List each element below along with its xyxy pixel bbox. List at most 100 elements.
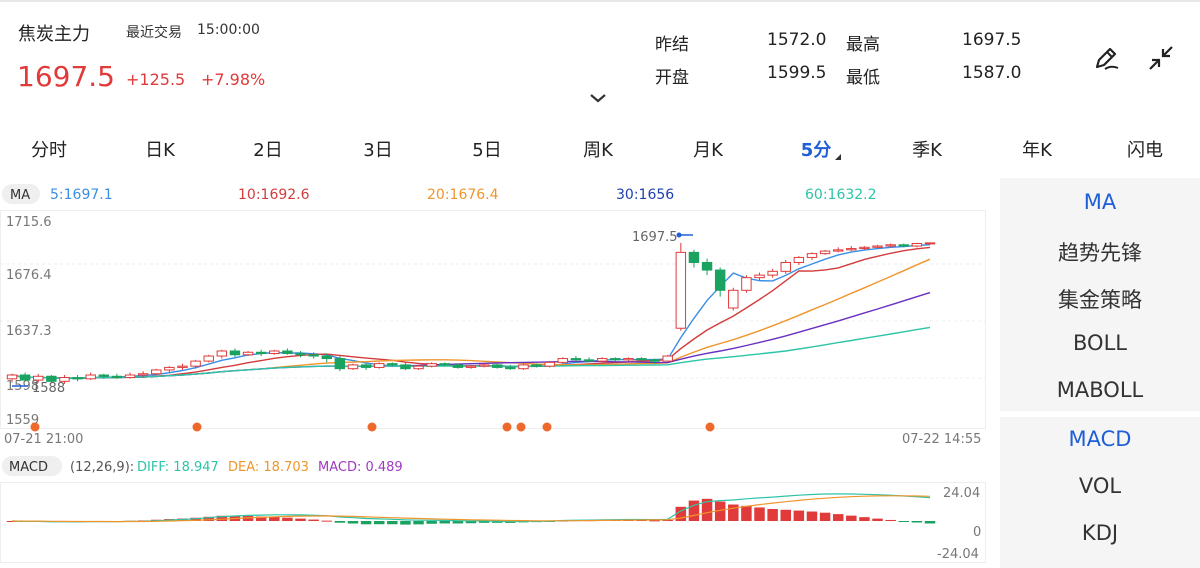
- candle[interactable]: [898, 244, 909, 247]
- candle[interactable]: [164, 366, 175, 371]
- candle[interactable]: [557, 358, 569, 363]
- signal-dot[interactable]: [542, 422, 552, 432]
- candle[interactable]: [255, 351, 267, 355]
- collapse-icon[interactable]: [1143, 40, 1179, 76]
- candle[interactable]: [570, 358, 582, 361]
- signal-dot[interactable]: [516, 422, 526, 432]
- candle[interactable]: [33, 375, 44, 381]
- candle[interactable]: [780, 261, 791, 272]
- candle[interactable]: [137, 373, 149, 376]
- candle[interactable]: [583, 359, 595, 362]
- candle[interactable]: [308, 354, 319, 357]
- tab-3day[interactable]: 3日: [333, 136, 423, 162]
- candle[interactable]: [72, 377, 83, 380]
- candle[interactable]: [885, 244, 896, 247]
- candle[interactable]: [229, 350, 241, 356]
- kline-chart[interactable]: MA 5:1697.1 10:1692.6 20:1676.4 30:1656 …: [0, 178, 1000, 568]
- candle[interactable]: [518, 364, 529, 370]
- candle[interactable]: [295, 353, 306, 356]
- candle[interactable]: [269, 350, 280, 355]
- indicator-macd[interactable]: MACD: [1000, 427, 1200, 451]
- candle[interactable]: [216, 350, 228, 357]
- candle[interactable]: [347, 364, 359, 370]
- signal-dot[interactable]: [502, 422, 512, 432]
- candle[interactable]: [754, 274, 765, 279]
- candle[interactable]: [531, 364, 542, 367]
- candle[interactable]: [360, 364, 372, 368]
- chevron-down-icon[interactable]: [580, 88, 616, 108]
- candle[interactable]: [819, 250, 831, 255]
- candle[interactable]: [649, 359, 660, 362]
- signal-dot[interactable]: [367, 422, 377, 432]
- candle[interactable]: [426, 363, 437, 367]
- candle[interactable]: [911, 243, 923, 247]
- indicator-kdj[interactable]: KDJ: [1000, 521, 1200, 545]
- tab-5day[interactable]: 5日: [442, 136, 532, 162]
- candle[interactable]: [505, 366, 516, 370]
- tab-flash[interactable]: 闪电: [1100, 136, 1190, 162]
- candle[interactable]: [334, 358, 346, 370]
- candle[interactable]: [85, 374, 96, 380]
- tab-5min[interactable]: 5分: [771, 136, 861, 162]
- candle[interactable]: [714, 269, 726, 291]
- candle[interactable]: [98, 374, 110, 377]
- candle[interactable]: [623, 358, 634, 361]
- candle[interactable]: [610, 358, 621, 361]
- candle[interactable]: [741, 277, 752, 291]
- signal-dot[interactable]: [705, 422, 715, 432]
- candle[interactable]: [728, 289, 739, 309]
- candle[interactable]: [478, 364, 490, 367]
- indicator-jijin-strategy[interactable]: 集金策略: [1000, 284, 1200, 314]
- tab-fenshi[interactable]: 分时: [4, 136, 94, 162]
- tab-month-k[interactable]: 月K: [663, 136, 753, 162]
- candle[interactable]: [846, 248, 857, 251]
- candle[interactable]: [636, 358, 647, 361]
- candle[interactable]: [400, 364, 411, 370]
- tab-year-k[interactable]: 年K: [992, 136, 1082, 162]
- candle[interactable]: [282, 350, 293, 355]
- indicator-maboll[interactable]: MABOLL: [1000, 378, 1200, 402]
- candle[interactable]: [111, 375, 123, 379]
- tab-season-k[interactable]: 季K: [882, 136, 972, 162]
- tab-week-k[interactable]: 周K: [553, 136, 643, 162]
- candle[interactable]: [675, 251, 687, 329]
- candle[interactable]: [859, 246, 870, 250]
- indicator-trend-pioneer[interactable]: 趋势先锋: [1000, 237, 1200, 267]
- candle[interactable]: [242, 351, 254, 356]
- candle[interactable]: [124, 374, 136, 379]
- tab-day-k[interactable]: 日K: [115, 136, 205, 162]
- candle[interactable]: [190, 360, 201, 367]
- candle[interactable]: [872, 245, 883, 248]
- candle[interactable]: [203, 355, 214, 362]
- signal-dot[interactable]: [192, 422, 202, 432]
- candle[interactable]: [701, 261, 713, 271]
- candle[interactable]: [662, 355, 673, 362]
- candle[interactable]: [373, 363, 385, 368]
- candle[interactable]: [465, 365, 477, 368]
- candle[interactable]: [596, 358, 608, 362]
- tab-dropdown-indicator[interactable]: [835, 154, 841, 160]
- candle[interactable]: [413, 365, 424, 370]
- indicator-boll[interactable]: BOLL: [1000, 331, 1200, 355]
- candle[interactable]: [6, 374, 18, 380]
- candle[interactable]: [492, 364, 503, 368]
- candle[interactable]: [177, 365, 188, 368]
- candle[interactable]: [151, 369, 162, 375]
- candle[interactable]: [793, 256, 805, 263]
- candle[interactable]: [544, 361, 555, 367]
- candle[interactable]: [321, 355, 332, 360]
- indicator-ma[interactable]: MA: [1000, 190, 1200, 214]
- candle[interactable]: [924, 242, 936, 245]
- indicator-vol[interactable]: VOL: [1000, 474, 1200, 498]
- candle[interactable]: [806, 253, 818, 258]
- candle[interactable]: [832, 249, 844, 252]
- tab-2day[interactable]: 2日: [223, 136, 313, 162]
- candle[interactable]: [387, 363, 398, 366]
- candle[interactable]: [767, 270, 778, 276]
- candle[interactable]: [688, 251, 700, 263]
- candle[interactable]: [439, 363, 450, 366]
- signal-dot[interactable]: [30, 422, 40, 432]
- pen-icon[interactable]: [1088, 40, 1124, 76]
- candle[interactable]: [19, 374, 31, 381]
- candle[interactable]: [452, 364, 464, 368]
